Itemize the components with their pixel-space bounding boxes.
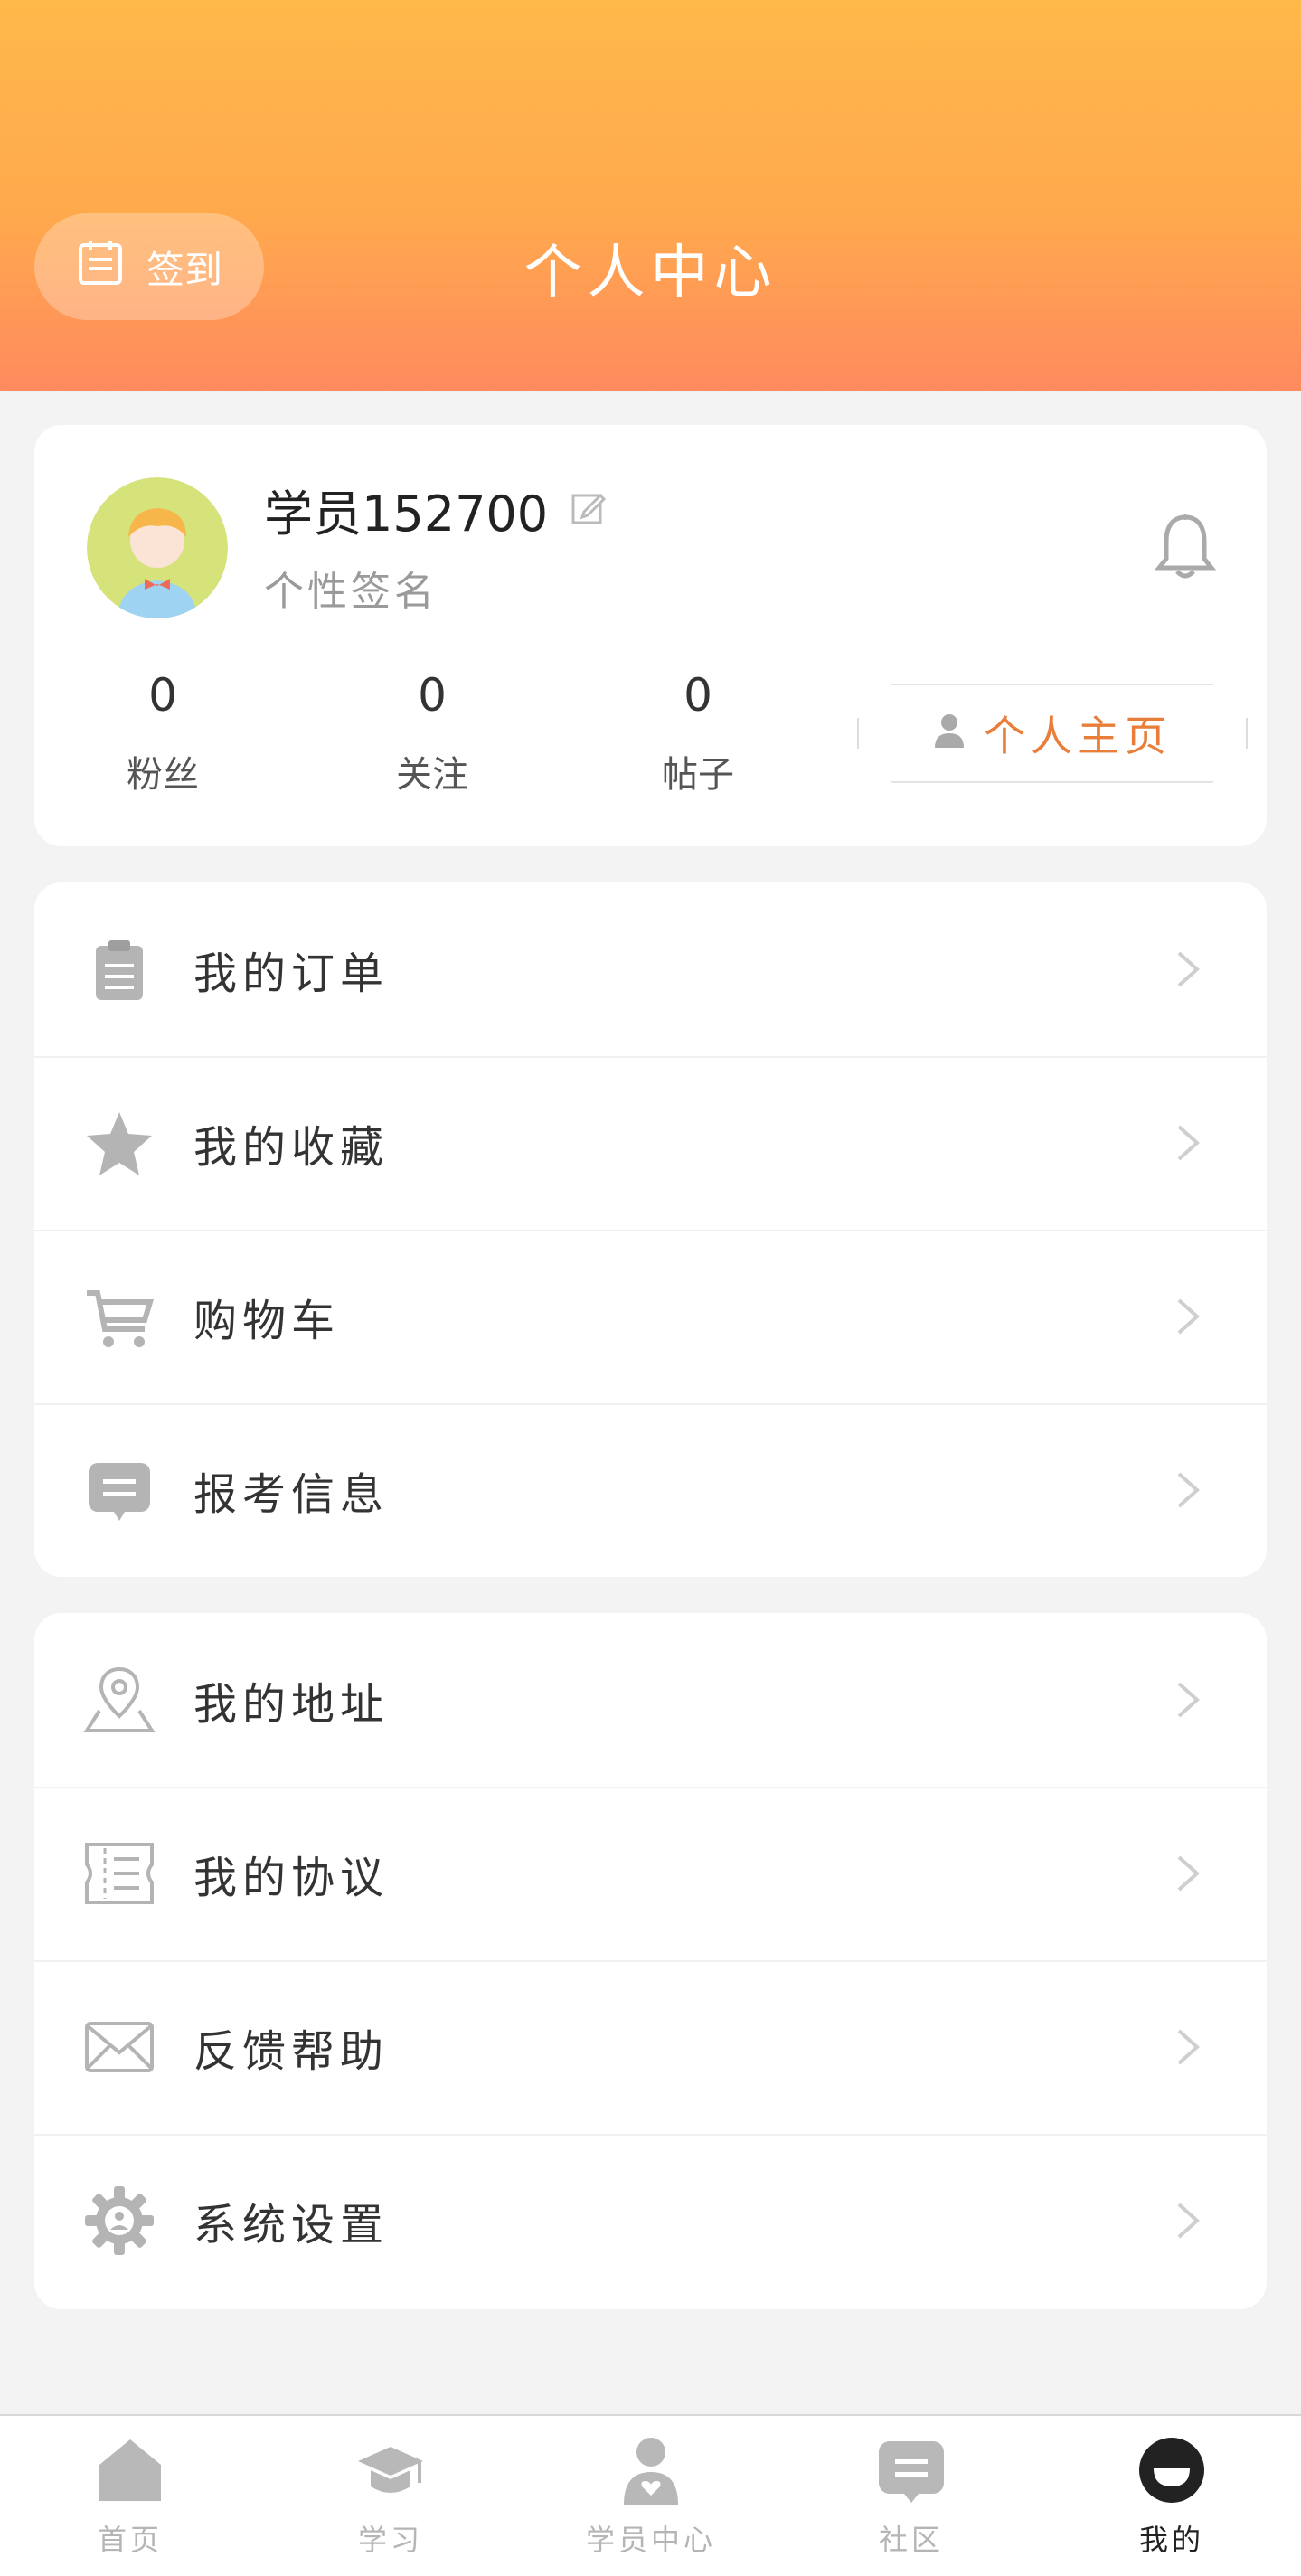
me-icon <box>1137 2436 1206 2505</box>
menu-label: 我的协议 <box>193 1853 390 1903</box>
personal-homepage-button[interactable]: 个人主页 <box>857 684 1248 783</box>
menu-label: 系统设置 <box>193 2200 390 2250</box>
username-text: 学员152700 <box>264 486 549 543</box>
settings-icon <box>83 2184 156 2257</box>
bottom-tab-bar: 首页 学习 学员中心 社区 我的 <box>0 2414 1301 2576</box>
tab-label: 我的 <box>1138 2523 1204 2557</box>
menu-item-exam-info[interactable]: 报考信息 <box>34 1403 1267 1577</box>
bell-icon[interactable] <box>1154 512 1217 580</box>
menu-item-my-orders[interactable]: 我的订单 <box>34 882 1267 1058</box>
header-banner: 签到 个人中心 <box>0 0 1301 391</box>
chevron-right-icon <box>1175 949 1201 989</box>
tab-home[interactable]: 首页 <box>0 2416 260 2576</box>
menu-label: 我的地址 <box>193 1679 390 1730</box>
tab-label: 首页 <box>97 2523 163 2557</box>
menu-item-shopping-cart[interactable]: 购物车 <box>34 1230 1267 1405</box>
menu-item-my-favorites[interactable]: 我的收藏 <box>34 1056 1267 1231</box>
clipboard-icon <box>83 933 156 1005</box>
signature[interactable]: 个性签名 <box>264 559 438 617</box>
stat-fans[interactable]: 0 粉丝 <box>72 669 253 797</box>
tab-student-center[interactable]: 学员中心 <box>521 2416 781 2576</box>
menu-item-my-agreement[interactable]: 我的协议 <box>34 1787 1267 1962</box>
menu-group-orders: 我的订单 我的收藏 购物车 报考信息 <box>34 882 1267 1577</box>
tab-me[interactable]: 我的 <box>1042 2416 1301 2576</box>
username: 学员152700 <box>264 474 607 545</box>
community-icon <box>877 2436 946 2505</box>
stat-value: 0 <box>418 669 447 722</box>
chevron-right-icon <box>1175 1680 1201 1720</box>
page-title: 个人中心 <box>523 240 778 307</box>
menu-item-system-settings[interactable]: 系统设置 <box>34 2134 1267 2307</box>
tab-study[interactable]: 学习 <box>260 2416 521 2576</box>
tab-label: 社区 <box>878 2523 944 2557</box>
stat-label: 帖子 <box>662 754 734 796</box>
edit-icon[interactable] <box>570 481 607 538</box>
tab-label: 学习 <box>357 2523 423 2557</box>
star-icon <box>83 1107 156 1179</box>
mail-icon <box>83 2011 156 2083</box>
menu-item-feedback-help[interactable]: 反馈帮助 <box>34 1960 1267 2136</box>
tab-label: 学员中心 <box>585 2523 716 2557</box>
home-icon <box>96 2436 165 2505</box>
chevron-right-icon <box>1175 1854 1201 1893</box>
chevron-right-icon <box>1175 1297 1201 1336</box>
menu-label: 购物车 <box>193 1296 341 1346</box>
menu-item-my-address[interactable]: 我的地址 <box>34 1613 1267 1788</box>
stat-following[interactable]: 0 关注 <box>342 669 523 797</box>
chevron-right-icon <box>1175 1123 1201 1163</box>
chevron-right-icon <box>1175 2201 1201 2241</box>
avatar[interactable] <box>87 477 228 618</box>
stat-label: 关注 <box>396 754 468 796</box>
cart-icon <box>83 1280 156 1353</box>
stat-posts[interactable]: 0 帖子 <box>608 669 788 797</box>
person-icon <box>933 709 966 758</box>
message-icon <box>83 1454 156 1526</box>
chevron-right-icon <box>1175 1470 1201 1510</box>
stat-value: 0 <box>683 669 712 722</box>
student-center-icon <box>617 2436 685 2505</box>
profile-card: 学员152700 个性签名 0 粉丝 0 关注 0 帖子 个人主页 <box>34 425 1267 846</box>
location-icon <box>83 1664 156 1736</box>
chevron-right-icon <box>1175 2027 1201 2067</box>
agreement-icon <box>83 1837 156 1910</box>
menu-label: 我的收藏 <box>193 1122 390 1173</box>
graduation-cap-icon <box>356 2436 425 2505</box>
menu-label: 报考信息 <box>193 1469 390 1520</box>
tab-community[interactable]: 社区 <box>781 2416 1042 2576</box>
personal-homepage-label: 个人主页 <box>984 712 1172 760</box>
menu-group-settings: 我的地址 我的协议 反馈帮助 系统设置 <box>34 1613 1267 2309</box>
stat-label: 粉丝 <box>127 754 199 796</box>
menu-label: 反馈帮助 <box>193 2026 390 2077</box>
menu-label: 我的订单 <box>193 948 390 999</box>
stat-value: 0 <box>148 669 177 722</box>
